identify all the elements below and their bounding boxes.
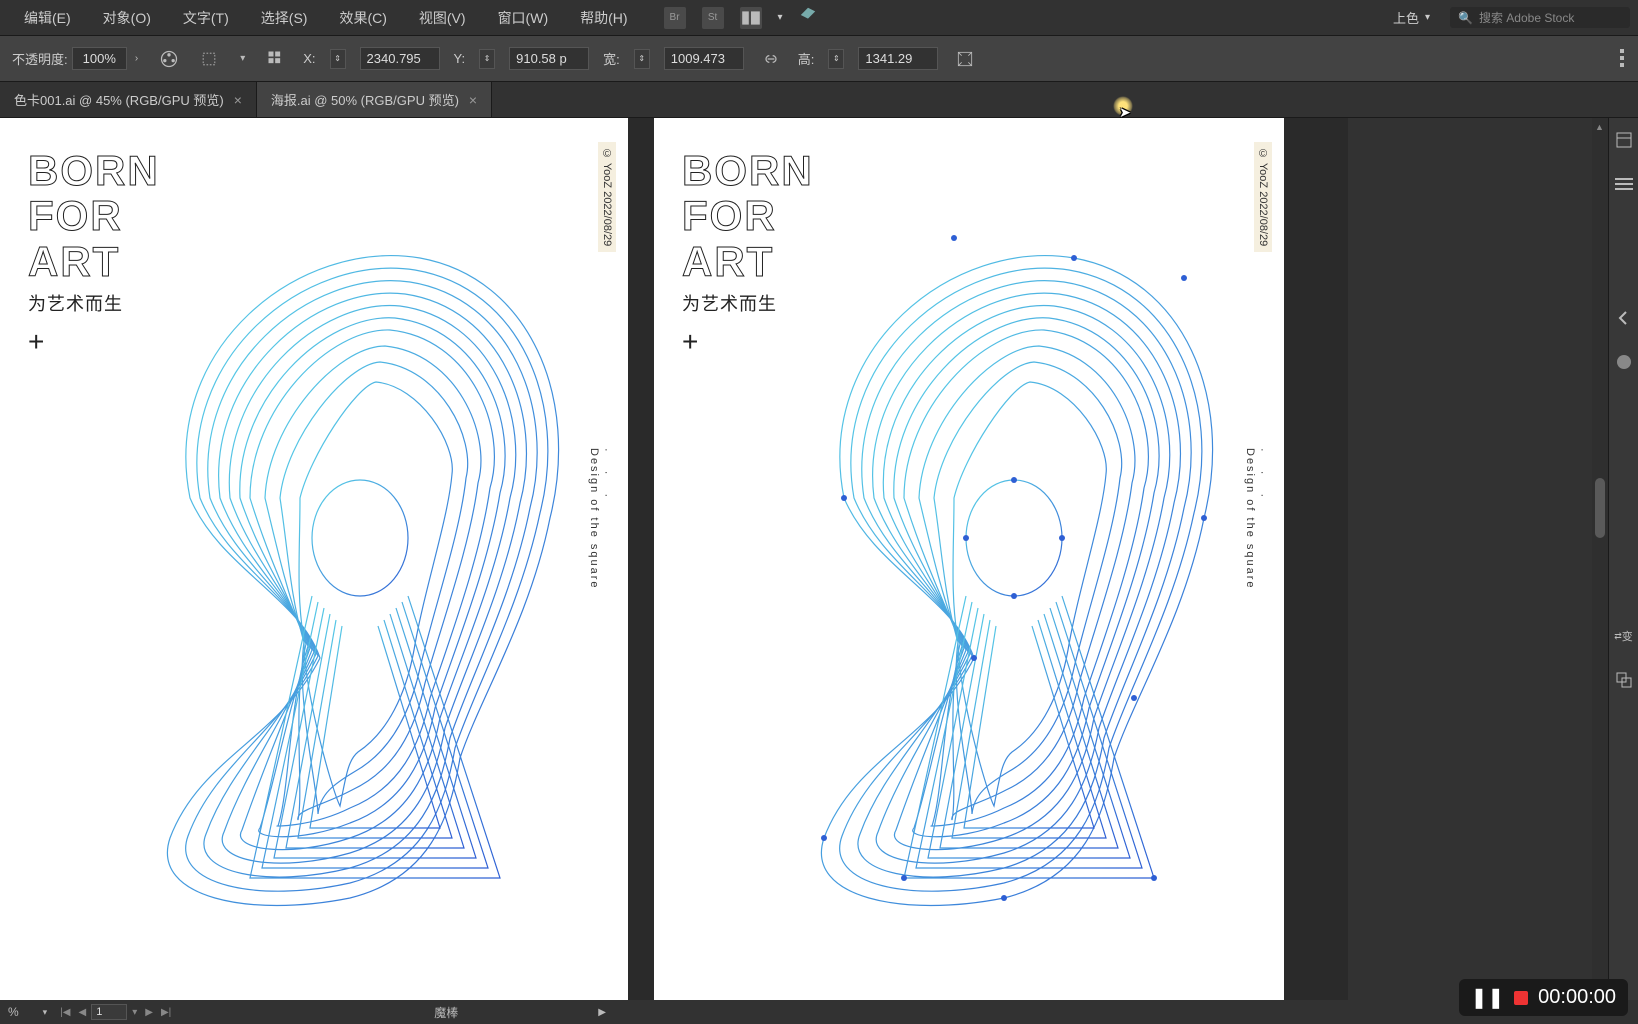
canvas-area[interactable]: BORN FOR ART 为艺术而生 + © YooZ 2022/08/29 ·… [0, 118, 1348, 1000]
w-label: 宽: [603, 49, 620, 68]
copyright-badge: © YooZ 2022/08/29 [1254, 142, 1272, 252]
head-blend-art-selected[interactable] [754, 198, 1254, 918]
artboard-navigation: |◀ ◀ ▾ ▶ ▶| [57, 1004, 174, 1020]
opacity-label: 不透明度: [12, 49, 68, 68]
x-label: X: [303, 51, 315, 66]
menu-view[interactable]: 视图(V) [403, 2, 482, 34]
y-stepper[interactable]: ⇕ [479, 49, 495, 69]
menu-help[interactable]: 帮助(H) [564, 2, 643, 34]
recorder-timer: 00:00:00 [1538, 986, 1616, 1009]
transform-panel-tab[interactable]: ⇄变 [1614, 626, 1634, 646]
tab-label: 色卡001.ai @ 45% (RGB/GPU 预览) [14, 90, 224, 109]
arrange-documents-icon[interactable] [740, 7, 762, 29]
pause-icon[interactable]: ❚❚ [1471, 985, 1505, 1010]
document-tabs: 色卡001.ai @ 45% (RGB/GPU 预览) × 海报.ai @ 50… [0, 82, 1638, 118]
scroll-thumb[interactable] [1595, 478, 1605, 538]
artboard-2[interactable]: BORN FOR ART 为艺术而生 + © YooZ 2022/08/29 ·… [654, 118, 1284, 1000]
prev-artboard-icon[interactable]: ◀ [76, 1007, 90, 1018]
menu-select[interactable]: 选择(S) [245, 2, 324, 34]
tab-document-1[interactable]: 色卡001.ai @ 45% (RGB/GPU 预览) × [0, 82, 257, 117]
artboard-number-input[interactable] [91, 1004, 127, 1020]
chevron-down-icon: ▾ [1425, 12, 1430, 23]
copyright-badge: © YooZ 2022/08/29 [598, 142, 616, 252]
menu-bar: 编辑(E) 对象(O) 文字(T) 选择(S) 效果(C) 视图(V) 窗口(W… [0, 0, 1638, 36]
pathfinder-icon[interactable] [1614, 670, 1634, 690]
recolor-icon[interactable] [156, 46, 182, 72]
adobe-stock-search[interactable]: 🔍 搜索 Adobe Stock [1450, 7, 1630, 28]
scroll-up-icon[interactable]: ▲ [1595, 122, 1604, 132]
scale-corners-icon[interactable] [952, 46, 978, 72]
panel-menu-icon[interactable] [1614, 174, 1634, 194]
transform-chevron[interactable]: ▾ [236, 53, 249, 64]
tab-label: 海报.ai @ 50% (RGB/GPU 预览) [271, 90, 459, 109]
opacity-chevron[interactable]: › [131, 53, 142, 64]
next-artboard-icon[interactable]: ▶ [142, 1007, 156, 1018]
search-icon: 🔍 [1458, 11, 1473, 25]
color-icon[interactable] [1614, 352, 1634, 372]
w-input[interactable] [664, 47, 744, 70]
y-label: Y: [454, 51, 466, 66]
align-icon[interactable] [263, 46, 289, 72]
h-label: 高: [798, 49, 815, 68]
h-input[interactable] [858, 47, 938, 70]
menu-effect[interactable]: 效果(C) [323, 2, 402, 34]
record-icon[interactable] [1514, 991, 1528, 1005]
y-input[interactable] [509, 47, 589, 70]
workspace-switcher[interactable]: 上色 ▾ [1393, 8, 1430, 27]
last-artboard-icon[interactable]: ▶| [158, 1007, 174, 1018]
x-input[interactable] [360, 47, 440, 70]
link-wh-icon[interactable] [758, 46, 784, 72]
opacity-dropdown[interactable]: 100% [72, 47, 127, 70]
vertical-scrollbar[interactable]: ▲ [1592, 118, 1608, 1000]
tab-document-2[interactable]: 海报.ai @ 50% (RGB/GPU 预览) × [257, 82, 492, 117]
right-panel-dock: ⇄变 [1608, 118, 1638, 1000]
screen-recorder-widget[interactable]: ❚❚ 00:00:00 [1459, 979, 1628, 1016]
w-stepper[interactable]: ⇕ [634, 49, 650, 69]
stock-icon[interactable]: St [702, 7, 724, 29]
status-bar: %▾ |◀ ◀ ▾ ▶ ▶| 魔棒 ▶ [0, 1000, 1638, 1024]
artboard-1[interactable]: BORN FOR ART 为艺术而生 + © YooZ 2022/08/29 ·… [0, 118, 628, 1000]
chevron-down-icon[interactable]: ▾ [778, 12, 783, 23]
bridge-icon[interactable]: Br [664, 7, 686, 29]
menu-edit[interactable]: 编辑(E) [8, 2, 87, 34]
libraries-icon[interactable] [1614, 130, 1634, 150]
h-stepper[interactable]: ⇕ [828, 49, 844, 69]
close-icon[interactable]: × [234, 92, 242, 108]
more-options-icon[interactable] [1620, 49, 1626, 69]
gpu-icon[interactable] [799, 6, 817, 29]
zoom-level[interactable]: %▾ [8, 1005, 47, 1019]
menu-object[interactable]: 对象(O) [87, 2, 167, 34]
menu-type[interactable]: 文字(T) [167, 2, 245, 34]
status-play-icon[interactable]: ▶ [598, 1007, 606, 1018]
expand-panels-icon[interactable] [1614, 308, 1634, 328]
current-tool-label: 魔棒 [434, 1004, 458, 1021]
transform-icon[interactable] [196, 46, 222, 72]
menu-window[interactable]: 窗口(W) [482, 2, 565, 34]
artboard-dropdown-icon[interactable]: ▾ [129, 1007, 140, 1018]
first-artboard-icon[interactable]: |◀ [57, 1007, 73, 1018]
options-bar: 不透明度: 100% › ▾ X: ⇕ Y: ⇕ 宽: ⇕ 高: ⇕ [0, 36, 1638, 82]
x-stepper[interactable]: ⇕ [330, 49, 346, 69]
head-blend-art [100, 198, 600, 918]
mouse-cursor: ➤ [1113, 96, 1135, 118]
close-icon[interactable]: × [469, 92, 477, 108]
